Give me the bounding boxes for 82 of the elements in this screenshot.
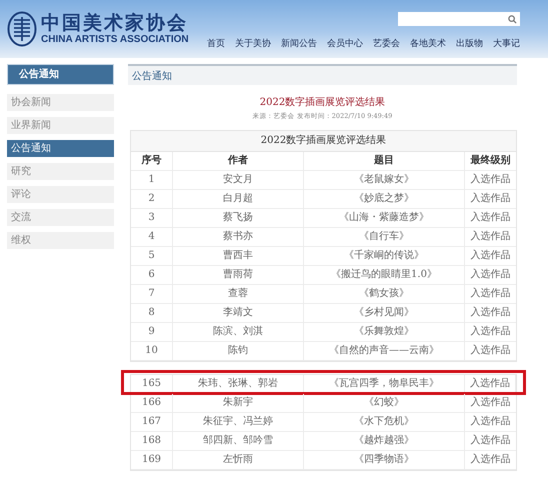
table-cell: 7 [131,285,173,303]
table-cell: 《千家峒的传说》 [304,247,465,265]
table-cell: 6 [131,266,173,284]
table-cell: 《越炸越强》 [304,432,465,450]
table-cell: 10 [131,342,173,360]
nav-link[interactable]: 大事记 [493,37,520,50]
search-field[interactable] [398,12,520,26]
table-cell: 166 [131,394,173,412]
table-cell: 邹四新、邹吟雪 [173,432,304,450]
table-cell: 入选作品 [465,375,516,393]
table-cell-text: 入选作品 [470,434,512,448]
table-cell: 8 [131,304,173,322]
nav-link[interactable]: 关于美协 [235,37,271,50]
table-cell: 白月超 [173,190,304,208]
table-cell: 曹西丰 [173,247,304,265]
article-title: 2022数字插画展览评选结果 [258,96,386,109]
table-cell-text: 入选作品 [470,268,512,282]
table-cell: 3 [131,209,173,227]
nav-link[interactable]: 出版物 [456,37,483,50]
table-cell: 陈钧 [173,342,304,360]
sidebar-title: 公告通知 [7,64,114,85]
panel-heading: 公告通知 [132,70,172,82]
table-cell-text: 入选作品 [470,306,512,320]
table-cell: 朱玮、张琳、郭岩 [173,375,304,393]
table-cell: 5 [131,247,173,265]
nav-link[interactable]: 艺委会 [373,37,400,50]
sidebar-item[interactable]: 公告通知 [7,140,114,157]
table-cell: 1 [131,171,173,189]
table-cell: 朱征宇、冯兰婷 [173,413,304,431]
table-cell: 《鹤女孩》 [304,285,465,303]
table-cell: 168 [131,432,173,450]
table-cell-text: 入选作品 [470,286,512,301]
table-cell-text: 入选作品 [470,172,512,187]
nav-link[interactable]: 首页 [207,37,225,50]
table-cell-text: 入选作品 [470,414,512,429]
logo-english-title: CHINA ARTISTS ASSOCIATION [41,34,189,46]
table-cell-text: 入选作品 [470,344,512,358]
table-cell: 朱新宇 [173,394,304,412]
table-caption: 2022数字插画展览评选结果 [131,131,516,152]
table-cell: 《瓦宫四季，物阜民丰》 [304,375,465,393]
column-header: 题目 [304,152,465,170]
column-header: 作者 [173,152,304,170]
table-cell: 2 [131,190,173,208]
table-cell: 《乐舞敦煌》 [304,323,465,341]
table-cell: 《搬迁鸟的眼睛里1.0》 [304,266,465,284]
table-cell: 169 [131,451,173,469]
table-cell-text: 入选作品 [470,230,512,244]
table-cell: 《自行车》 [304,228,465,246]
table-cell: 4 [131,228,173,246]
table-cell-text: 入选作品 [470,192,512,206]
table-cell: 《妙底之梦》 [304,190,465,208]
column-header: 最终级别 [470,154,512,168]
nav-link[interactable]: 会员中心 [327,37,363,50]
table-cell: 165 [131,375,173,393]
table-cell-text: 入选作品 [470,396,512,410]
nav-link[interactable]: 新闻公告 [281,37,317,50]
table-cell-text: 入选作品 [470,324,512,339]
table-cell: 《乡村见闻》 [304,304,465,322]
table-cell: 蔡书亦 [173,228,304,246]
table-cell: 167 [131,413,173,431]
table-cell: 《自然的声音——云南》 [304,342,465,360]
logo-chinese-title: 中国美术家协会 [41,12,189,34]
table-cell: 《水下危机》 [304,413,465,431]
nav-link[interactable]: 各地美术 [410,37,446,50]
table-cell: 左忻雨 [173,451,304,469]
table-cell: 曹雨荷 [173,266,304,284]
table-cell-text: 入选作品 [470,210,512,225]
table-cell: 陈滨、刘淇 [173,323,304,341]
table-cell: 安文月 [173,171,304,189]
table-cell-text: 入选作品 [470,452,512,467]
table-cell: 《山海・紫藤造梦》 [304,209,465,227]
table-cell: 李靖文 [173,304,304,322]
table-cell: 《幻蛟》 [304,394,465,412]
table-cell-text: 入选作品 [470,248,512,263]
table-cell: 蔡飞扬 [173,209,304,227]
table-cell: 9 [131,323,173,341]
search-icon[interactable] [508,14,517,24]
table-cell: 《老鼠嫁女》 [304,171,465,189]
table-cell: 查蓉 [173,285,304,303]
table-cell: 《四季物语》 [304,451,465,469]
emblem-logo-icon [7,11,37,47]
column-header: 序号 [131,152,173,170]
